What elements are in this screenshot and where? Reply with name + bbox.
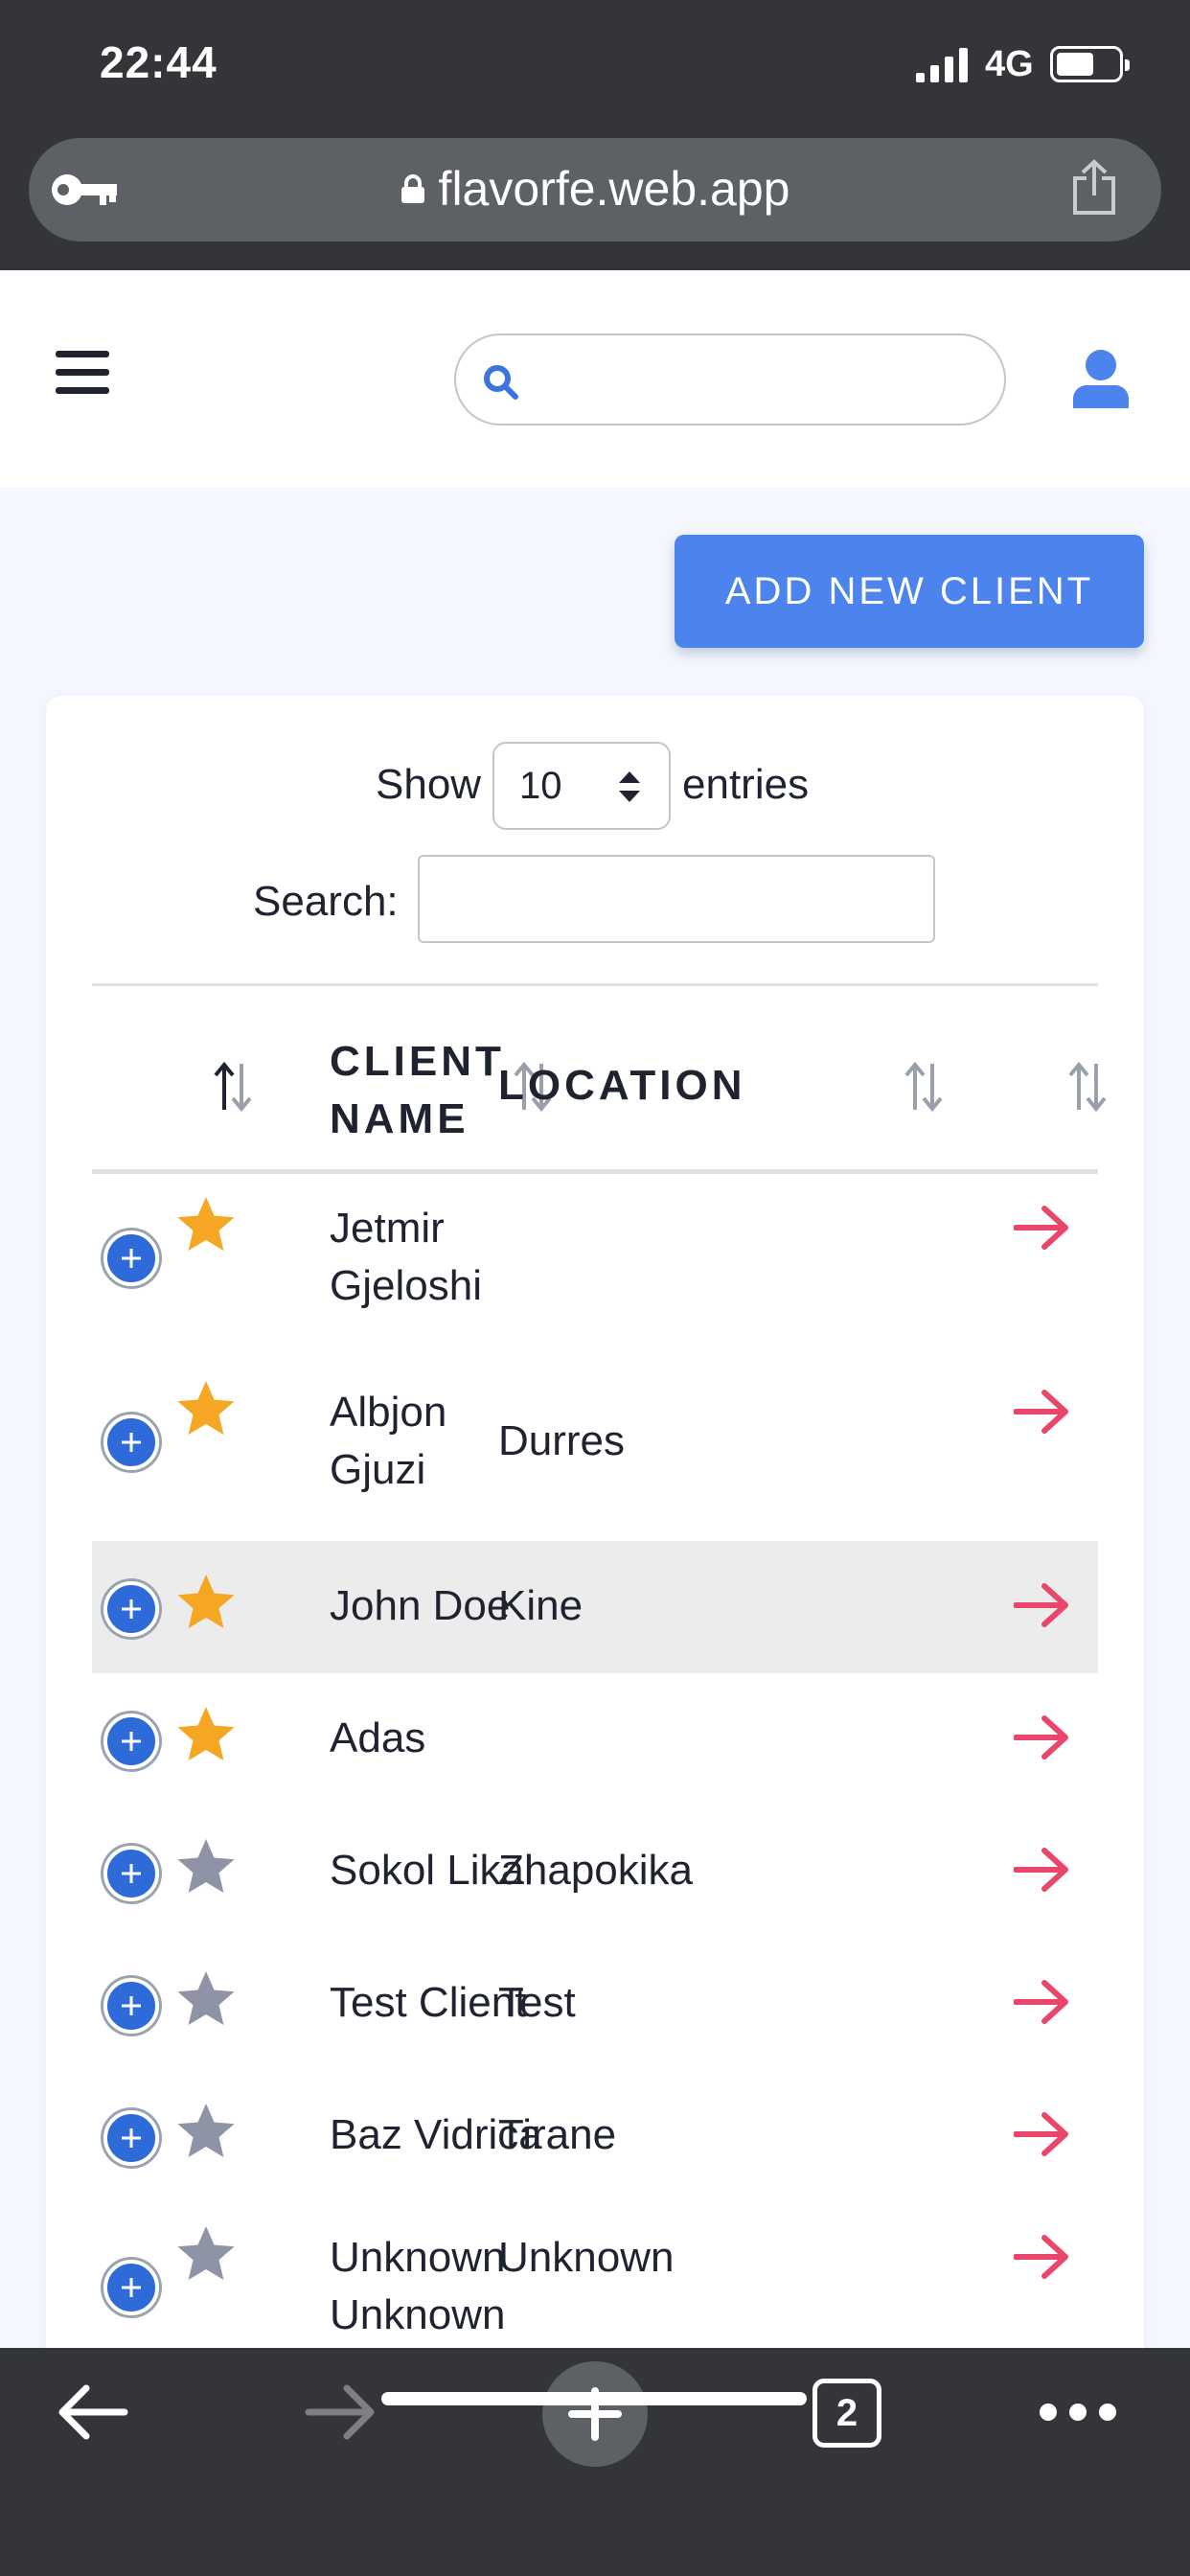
entries-label: entries bbox=[682, 761, 810, 808]
hamburger-menu-icon[interactable] bbox=[56, 351, 109, 395]
user-icon[interactable] bbox=[1071, 349, 1131, 408]
column-header-client-name-line1: CLIENT bbox=[330, 1038, 505, 1085]
sort-icon[interactable] bbox=[1065, 1060, 1110, 1114]
arrow-right-icon[interactable] bbox=[1014, 1386, 1071, 1438]
table-search-label: Search: bbox=[253, 878, 399, 925]
arrow-right-icon[interactable] bbox=[1014, 2108, 1071, 2160]
client-name-cell: Unknown Unknown bbox=[330, 2234, 506, 2338]
url-bar[interactable]: flavorfe.web.app bbox=[29, 138, 1161, 242]
arrow-right-icon[interactable] bbox=[1014, 1202, 1071, 1254]
share-icon[interactable] bbox=[1069, 159, 1119, 217]
location-cell: Durres bbox=[498, 1417, 626, 1464]
expand-row-button[interactable] bbox=[103, 1978, 159, 2034]
more-icon[interactable] bbox=[1039, 2396, 1117, 2428]
plus-icon bbox=[122, 1864, 141, 1883]
lock-icon bbox=[400, 174, 424, 203]
global-search-input[interactable] bbox=[454, 334, 1006, 426]
divider bbox=[92, 983, 1098, 986]
table-row[interactable]: Sokol Likal Zhapokika bbox=[92, 1806, 1098, 1938]
plus-icon bbox=[122, 1433, 141, 1452]
arrow-right-icon[interactable] bbox=[1014, 1844, 1071, 1896]
table-row[interactable]: John Doe Kine bbox=[92, 1541, 1098, 1673]
location-cell: Kine bbox=[498, 1582, 584, 1629]
star-icon[interactable] bbox=[174, 2223, 238, 2287]
location-cell: Zhapokika bbox=[498, 1847, 694, 1894]
plus-icon bbox=[122, 1732, 141, 1751]
back-icon[interactable] bbox=[56, 2382, 128, 2442]
expand-row-button[interactable] bbox=[103, 1846, 159, 1901]
search-icon bbox=[484, 365, 518, 400]
star-filled-icon[interactable] bbox=[174, 1194, 238, 1257]
status-time: 22:44 bbox=[100, 37, 217, 87]
star-icon[interactable] bbox=[174, 2101, 238, 2164]
client-name-cell: Albjon Gjuzi bbox=[330, 1389, 447, 1493]
select-arrows-icon bbox=[619, 771, 640, 802]
table-row[interactable]: Adas bbox=[92, 1673, 1098, 1806]
table-row[interactable]: Test Client Test bbox=[92, 1938, 1098, 2070]
add-new-client-button[interactable]: ADD NEW CLIENT bbox=[675, 535, 1144, 648]
table-search-input[interactable] bbox=[418, 855, 935, 943]
network-label: 4G bbox=[985, 44, 1034, 84]
table-header: CLIENT NAME LOCATION bbox=[92, 1012, 1107, 1165]
url-text: flavorfe.web.app bbox=[438, 162, 790, 216]
table-row[interactable]: Baz Vidrica Tirane bbox=[92, 2070, 1098, 2202]
star-filled-icon[interactable] bbox=[174, 1572, 238, 1635]
url-display[interactable]: flavorfe.web.app bbox=[29, 161, 1161, 217]
column-header-client-name[interactable]: CLIENT NAME bbox=[330, 1033, 505, 1148]
signal-icon bbox=[916, 48, 968, 82]
expand-row-button[interactable] bbox=[103, 1581, 159, 1637]
entries-select-value: 10 bbox=[519, 765, 562, 807]
client-name-cell: Jetmir Gjeloshi bbox=[330, 1205, 482, 1309]
client-name-cell: Adas bbox=[330, 1714, 426, 1761]
expand-row-button[interactable] bbox=[103, 1230, 159, 1286]
plus-icon bbox=[122, 1599, 141, 1619]
forward-icon[interactable] bbox=[305, 2382, 378, 2442]
plus-icon bbox=[122, 2128, 141, 2148]
browser-toolbar: flavorfe.web.app bbox=[0, 134, 1190, 270]
star-filled-icon[interactable] bbox=[174, 1704, 238, 1767]
clients-table-card: Show 10 entries Search: CLIENT NAME LOCA… bbox=[46, 696, 1144, 2576]
expand-row-button[interactable] bbox=[103, 1414, 159, 1470]
table-row[interactable]: Albjon Gjuzi Durres bbox=[92, 1357, 1098, 1541]
tabs-icon[interactable]: 2 bbox=[812, 2379, 881, 2448]
new-tab-button[interactable] bbox=[542, 2361, 648, 2467]
star-filled-icon[interactable] bbox=[174, 1378, 238, 1441]
plus-icon bbox=[122, 2278, 141, 2297]
plus-icon bbox=[122, 1249, 141, 1268]
entries-select[interactable]: 10 bbox=[492, 742, 671, 830]
sort-icon[interactable] bbox=[211, 1060, 255, 1114]
column-header-location[interactable]: LOCATION bbox=[498, 1062, 746, 1110]
status-bar: 22:44 4G bbox=[0, 0, 1190, 134]
location-cell: Test bbox=[498, 1979, 576, 2026]
location-cell: Unknown bbox=[498, 2234, 675, 2281]
column-header-client-name-line2: NAME bbox=[330, 1095, 469, 1142]
home-indicator bbox=[381, 2392, 807, 2405]
table-row[interactable]: Jetmir Gjeloshi bbox=[92, 1173, 1098, 1357]
plus-icon bbox=[122, 1996, 141, 2015]
battery-icon bbox=[1050, 46, 1130, 82]
arrow-right-icon[interactable] bbox=[1014, 1712, 1071, 1763]
location-cell: Tirane bbox=[498, 2111, 617, 2158]
arrow-right-icon[interactable] bbox=[1014, 1976, 1071, 2028]
star-icon[interactable] bbox=[174, 1968, 238, 2032]
arrow-right-icon[interactable] bbox=[1014, 2231, 1071, 2283]
expand-row-button[interactable] bbox=[103, 2110, 159, 2166]
expand-row-button[interactable] bbox=[103, 1714, 159, 1769]
browser-bottom-toolbar: 2 bbox=[0, 2348, 1190, 2576]
sort-icon[interactable] bbox=[902, 1060, 946, 1114]
star-icon[interactable] bbox=[174, 1836, 238, 1899]
expand-row-button[interactable] bbox=[103, 2260, 159, 2315]
arrow-right-icon[interactable] bbox=[1014, 1579, 1071, 1631]
app-header bbox=[0, 270, 1190, 487]
show-label: Show bbox=[376, 761, 482, 808]
